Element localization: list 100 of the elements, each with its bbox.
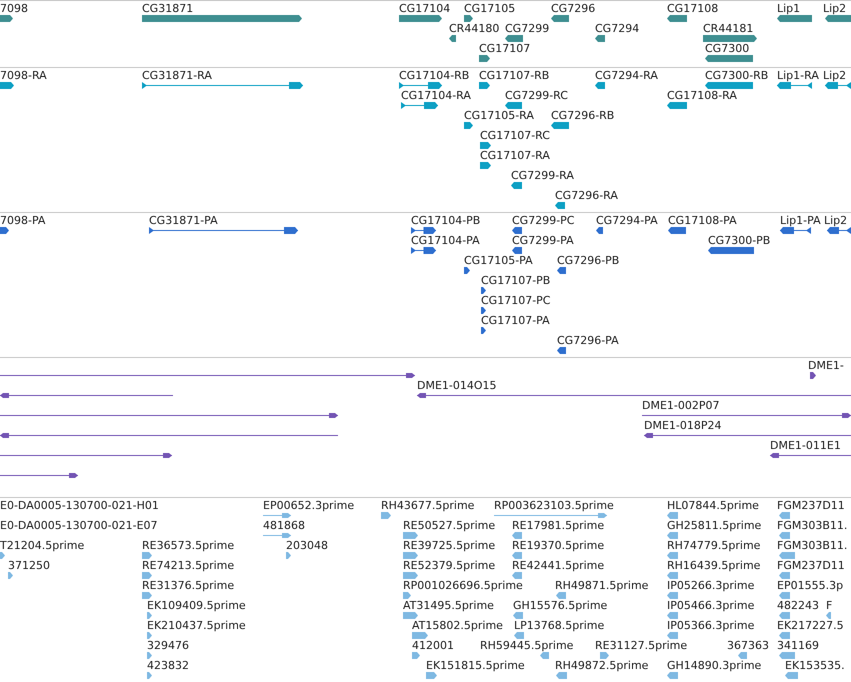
feature-label: 329476 xyxy=(147,639,189,652)
feature-label: CG17108-RA xyxy=(667,89,737,102)
feature-label: CG17107-PB xyxy=(481,274,550,287)
feature-label: CG7296-PB xyxy=(557,254,620,267)
feature-label: Lip1 xyxy=(777,2,800,15)
feature-label: CG17107-PA xyxy=(481,314,550,327)
feature-label: IP05466.3prime xyxy=(667,599,754,612)
feature-label: Lip2 xyxy=(823,69,846,82)
feature-label: RH49872.5prime xyxy=(555,659,648,672)
feature-label: 203048 xyxy=(286,539,328,552)
feature-label: 412001 xyxy=(412,639,454,652)
feature-label: RH74779.5prime xyxy=(667,539,760,552)
feature-label: RH59445.5prime xyxy=(480,639,574,652)
feature-label: RE31376.5prime xyxy=(142,579,234,592)
feature-label: CG17105 xyxy=(464,2,516,15)
feature-label: CG7296-RB xyxy=(551,109,614,122)
feature-label: 7098-RA xyxy=(0,69,47,82)
feature-label: Lip1-PA xyxy=(780,214,821,227)
feature-label: 367363 xyxy=(727,639,769,652)
feature-label: FGM237D11 xyxy=(777,559,845,572)
feature-label: CG17107-RA xyxy=(480,149,550,162)
feature-label: DME1-018P24 xyxy=(644,419,722,432)
feature-label: 481868 xyxy=(263,519,305,532)
feature-label: GH25811.5prime xyxy=(667,519,762,532)
feature-label: EK109409.5prime xyxy=(147,599,246,612)
feature-label: Lip2 xyxy=(824,214,848,227)
feature-label: 482243 xyxy=(777,599,819,612)
feature-label: EK151815.5prime xyxy=(426,659,525,672)
feature-label: RP001026696.5prime xyxy=(403,579,523,592)
feature-label: Lip1-RA xyxy=(777,69,819,82)
feature-label: CG7300 xyxy=(705,42,750,55)
feature-label: 7098-PA xyxy=(0,214,46,227)
feature-label: AT15802.5prime xyxy=(412,619,503,632)
feature-label: CG7294-RA xyxy=(595,69,658,82)
feature-label: CG17104 xyxy=(399,2,450,15)
feature-label: CG7299-RC xyxy=(505,89,568,102)
feature-label: CG17108 xyxy=(667,2,718,15)
feature-label: 371250 xyxy=(8,559,50,572)
feature-label: CG17105-RA xyxy=(464,109,534,122)
feature-label: EK210437.5prime xyxy=(147,619,246,632)
feature-label: CG7299-RA xyxy=(511,169,574,182)
feature-label: GH15576.5prime xyxy=(513,599,608,612)
feature-label: DME1-014O15 xyxy=(417,379,497,392)
feature-label: RE39725.5prime xyxy=(403,539,496,552)
feature-label: HL07844.5prime xyxy=(667,499,759,512)
feature-label: CG7296 xyxy=(551,2,596,15)
feature-label: CG17107-RC xyxy=(480,129,550,142)
feature-label: RE74213.5prime xyxy=(142,559,234,572)
feature-label: DME1-002P07 xyxy=(642,399,720,412)
feature-label: RH16439.5prime xyxy=(667,559,760,572)
feature-label: CG7299-PA xyxy=(512,234,574,247)
feature-label: CG7294-PA xyxy=(596,214,658,227)
feature-label: 7098 xyxy=(0,2,28,15)
feature-label: 423832 xyxy=(147,659,189,672)
feature-label: RE42441.5prime xyxy=(512,559,604,572)
feature-label: IP05266.3prime xyxy=(667,579,754,592)
feature-label: FGM237D11 xyxy=(777,499,845,512)
feature-label: EP01555.3p xyxy=(777,579,844,592)
feature-label: F xyxy=(826,599,832,612)
feature-label: CG17105-PA xyxy=(464,254,533,267)
feature-label: RE17981.5prime xyxy=(512,519,604,532)
feature-label: E0-DA0005-130700-021-E07 xyxy=(0,519,158,532)
feature-label: RE19370.5prime xyxy=(512,539,604,552)
feature-label: FGM303B11. xyxy=(777,519,848,532)
feature-label: RH43677.5prime xyxy=(381,499,474,512)
feature-label: CG31871-RA xyxy=(142,69,212,82)
feature-label: LP13768.5prime xyxy=(514,619,604,632)
feature-label: CG17108-PA xyxy=(668,214,737,227)
feature-label: CG7296-RA xyxy=(555,189,618,202)
feature-label: RE52379.5prime xyxy=(403,559,496,572)
feature-label: RP003623103.5prime xyxy=(494,499,614,512)
feature-label: CG31871-PA xyxy=(149,214,218,227)
feature-label: CG7300-PB xyxy=(708,234,770,247)
feature-label: RE31127.5prime xyxy=(595,639,688,652)
feature-label: CG7299 xyxy=(505,22,550,35)
feature-label: CG17104-PB xyxy=(411,214,480,227)
feature-label: DME1-011E1 xyxy=(770,439,841,452)
feature-label: CG17104-PA xyxy=(411,234,480,247)
feature-label: CG31871 xyxy=(142,2,194,15)
feature-label: RE36573.5prime xyxy=(142,539,234,552)
feature-label: T21204.5prime xyxy=(0,539,84,552)
feature-label: EP00652.3prime xyxy=(263,499,354,512)
feature-label: EK153535. xyxy=(785,659,845,672)
feature-label: E0-DA0005-130700-021-H01 xyxy=(0,499,159,512)
feature-label: RE50527.5prime xyxy=(403,519,496,532)
feature-label: CG17104-RB xyxy=(399,69,470,82)
feature-label: CR44181 xyxy=(703,22,754,35)
feature-label: FGM303B11. xyxy=(777,539,848,552)
feature-label: CR44180 xyxy=(449,22,500,35)
feature-label: DME1- xyxy=(808,359,844,372)
feature-label: IP05366.3prime xyxy=(667,619,754,632)
feature-label: CG17107-RB xyxy=(479,69,550,82)
feature-label: GH14890.3prime xyxy=(667,659,762,672)
feature-label: CG17107-PC xyxy=(481,294,550,307)
feature-label: CG7296-PA xyxy=(557,334,619,347)
feature-label: CG7294 xyxy=(595,22,640,35)
feature-label: CG17104-RA xyxy=(401,89,471,102)
feature-label: Lip2 xyxy=(823,2,846,15)
feature-label: CG7300-RB xyxy=(705,69,768,82)
feature-label: CG17107 xyxy=(479,42,530,55)
